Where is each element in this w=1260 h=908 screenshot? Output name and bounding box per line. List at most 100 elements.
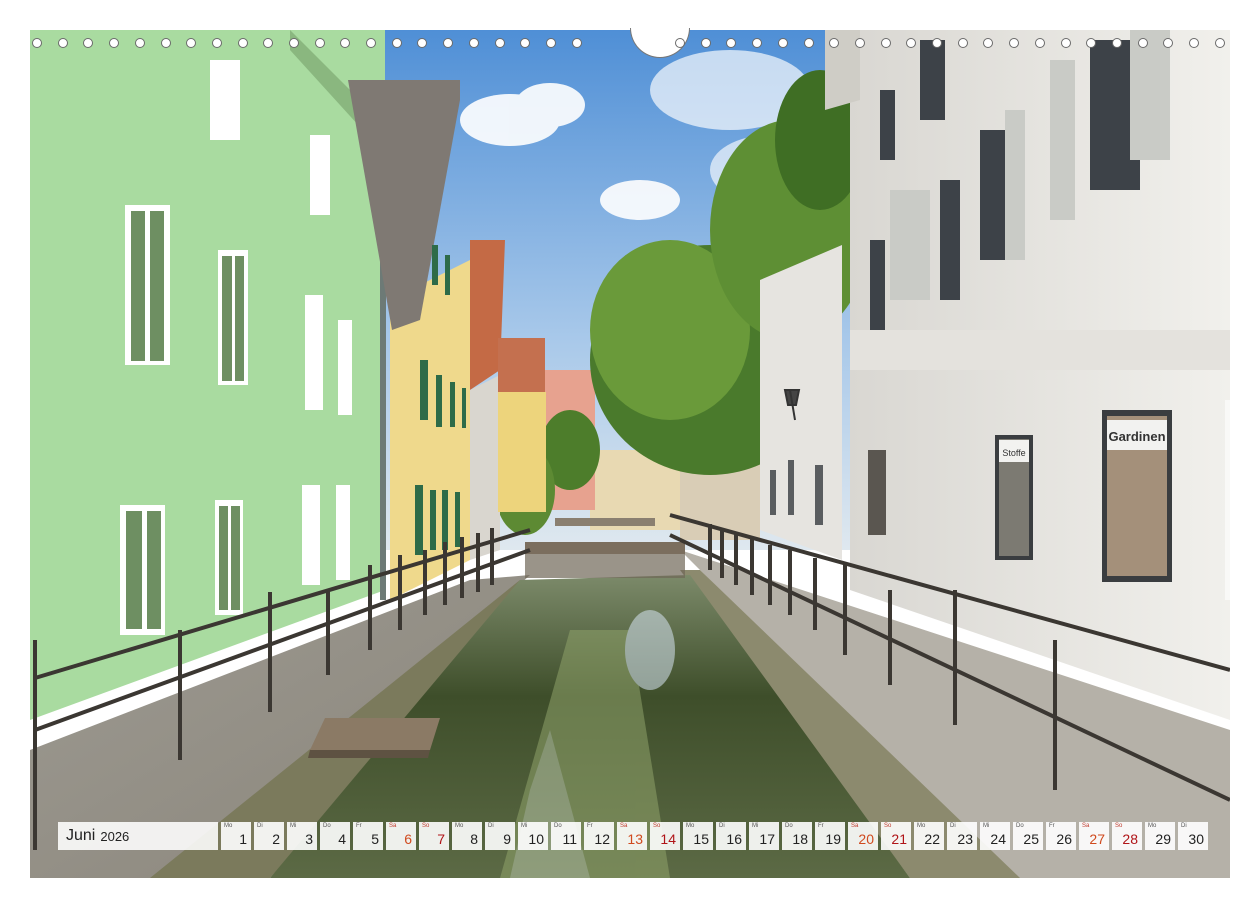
day-number: 29 [1155, 831, 1171, 847]
weekday-abbrev: So [884, 823, 892, 829]
binding-hole [1189, 38, 1199, 48]
day-cell: Fr 26 [1046, 822, 1076, 850]
binding-hole [1112, 38, 1122, 48]
day-cell: Di 2 [254, 822, 284, 850]
day-cell: Mo 22 [914, 822, 944, 850]
binding-hole [32, 38, 42, 48]
day-cell: Mi 3 [287, 822, 317, 850]
binding-hole [392, 38, 402, 48]
day-cell: Do 4 [320, 822, 350, 850]
weekday-abbrev: Di [1181, 823, 1187, 829]
day-cell: Di 30 [1178, 822, 1208, 850]
binding-hole [135, 38, 145, 48]
day-cell: Mo 8 [452, 822, 482, 850]
weekday-abbrev: Mo [224, 823, 233, 829]
weekday-abbrev: Do [1016, 823, 1024, 829]
shop-window-small [868, 450, 886, 535]
binding-hole [906, 38, 916, 48]
weekday-abbrev: Di [257, 823, 263, 829]
weekday-abbrev: Mo [686, 823, 695, 829]
weekday-abbrev: Sa [851, 823, 859, 829]
weekday-abbrev: Fr [587, 823, 593, 829]
binding-hole [443, 38, 453, 48]
day-cell: Di 23 [947, 822, 977, 850]
month-name: Juni [66, 827, 96, 844]
day-number: 17 [759, 831, 775, 847]
binding-hole [1086, 38, 1096, 48]
day-cell: Mo 29 [1145, 822, 1175, 850]
day-cell: Di 16 [716, 822, 746, 850]
binding-hole [83, 38, 93, 48]
binding-hole [829, 38, 839, 48]
binding-hole [1061, 38, 1071, 48]
day-cell: So 28 [1112, 822, 1142, 850]
day-cell: Do 18 [782, 822, 812, 850]
weekday-abbrev: Fr [356, 823, 362, 829]
small-yellow-house [498, 392, 546, 512]
binding-hole [1035, 38, 1045, 48]
day-cell: Fr 12 [584, 822, 614, 850]
binding-hole [1215, 38, 1225, 48]
binding-hole [161, 38, 171, 48]
binding-hole [572, 38, 582, 48]
canal-photo: Stoffe Gardinen [30, 30, 1230, 878]
day-number: 6 [404, 831, 412, 847]
calendar-strip: Juni 2026 Mo 1 Di 2 Mi 3 Do 4 Fr 5 Sa 6 So 7 Mo 8 Di 9 Mi 1… [58, 822, 1211, 850]
day-cell: Mi 10 [518, 822, 548, 850]
weekday-abbrev: Sa [389, 823, 397, 829]
day-number: 2 [272, 831, 280, 847]
weekday-abbrev: Mi [752, 823, 759, 829]
day-number: 12 [594, 831, 610, 847]
day-number: 24 [990, 831, 1006, 847]
binding-hole [495, 38, 505, 48]
binding-hole [983, 38, 993, 48]
weekday-abbrev: Mi [521, 823, 528, 829]
day-cell: Mi 17 [749, 822, 779, 850]
day-cell: Sa 6 [386, 822, 416, 850]
day-cell: Mo 1 [221, 822, 251, 850]
month-label: Juni 2026 [58, 822, 218, 850]
day-cell: Fr 5 [353, 822, 383, 850]
day-cell: Sa 27 [1079, 822, 1109, 850]
weekday-abbrev: Mi [983, 823, 990, 829]
binding-hole [778, 38, 788, 48]
weekday-abbrev: Mo [1148, 823, 1157, 829]
binding-hole [520, 38, 530, 48]
day-cell: So 7 [419, 822, 449, 850]
weekday-abbrev: Di [488, 823, 494, 829]
day-cell: Mo 15 [683, 822, 713, 850]
canal-photo-illustration: Stoffe Gardinen [30, 30, 1230, 878]
shop-window-stoffe: Stoffe [995, 435, 1033, 560]
shop-sign-gardinen: Gardinen [1108, 429, 1165, 444]
spiral-binding [30, 28, 1230, 58]
day-number: 26 [1056, 831, 1072, 847]
day-cell: Sa 13 [617, 822, 647, 850]
day-number: 10 [528, 831, 544, 847]
binding-hole [958, 38, 968, 48]
day-number: 21 [891, 831, 907, 847]
weekday-abbrev: So [422, 823, 430, 829]
month-year: 2026 [100, 828, 130, 844]
weekday-abbrev: Mi [290, 823, 297, 829]
binding-hole [212, 38, 222, 48]
day-number: 20 [858, 831, 874, 847]
binding-hole [804, 38, 814, 48]
binding-hole [289, 38, 299, 48]
day-number: 11 [562, 831, 577, 847]
day-number: 28 [1122, 831, 1138, 847]
binding-hole [417, 38, 427, 48]
day-cell: Fr 19 [815, 822, 845, 850]
binding-hole [469, 38, 479, 48]
weekday-abbrev: Di [950, 823, 956, 829]
day-number: 3 [305, 831, 313, 847]
day-number: 1 [239, 831, 247, 847]
day-number: 13 [627, 831, 643, 847]
binding-hole [109, 38, 119, 48]
day-number: 5 [371, 831, 379, 847]
day-cell: Do 25 [1013, 822, 1043, 850]
weekday-abbrev: Do [554, 823, 562, 829]
weekday-abbrev: Do [323, 823, 331, 829]
green-house [30, 30, 385, 720]
binding-hole [752, 38, 762, 48]
binding-hole [1138, 38, 1148, 48]
